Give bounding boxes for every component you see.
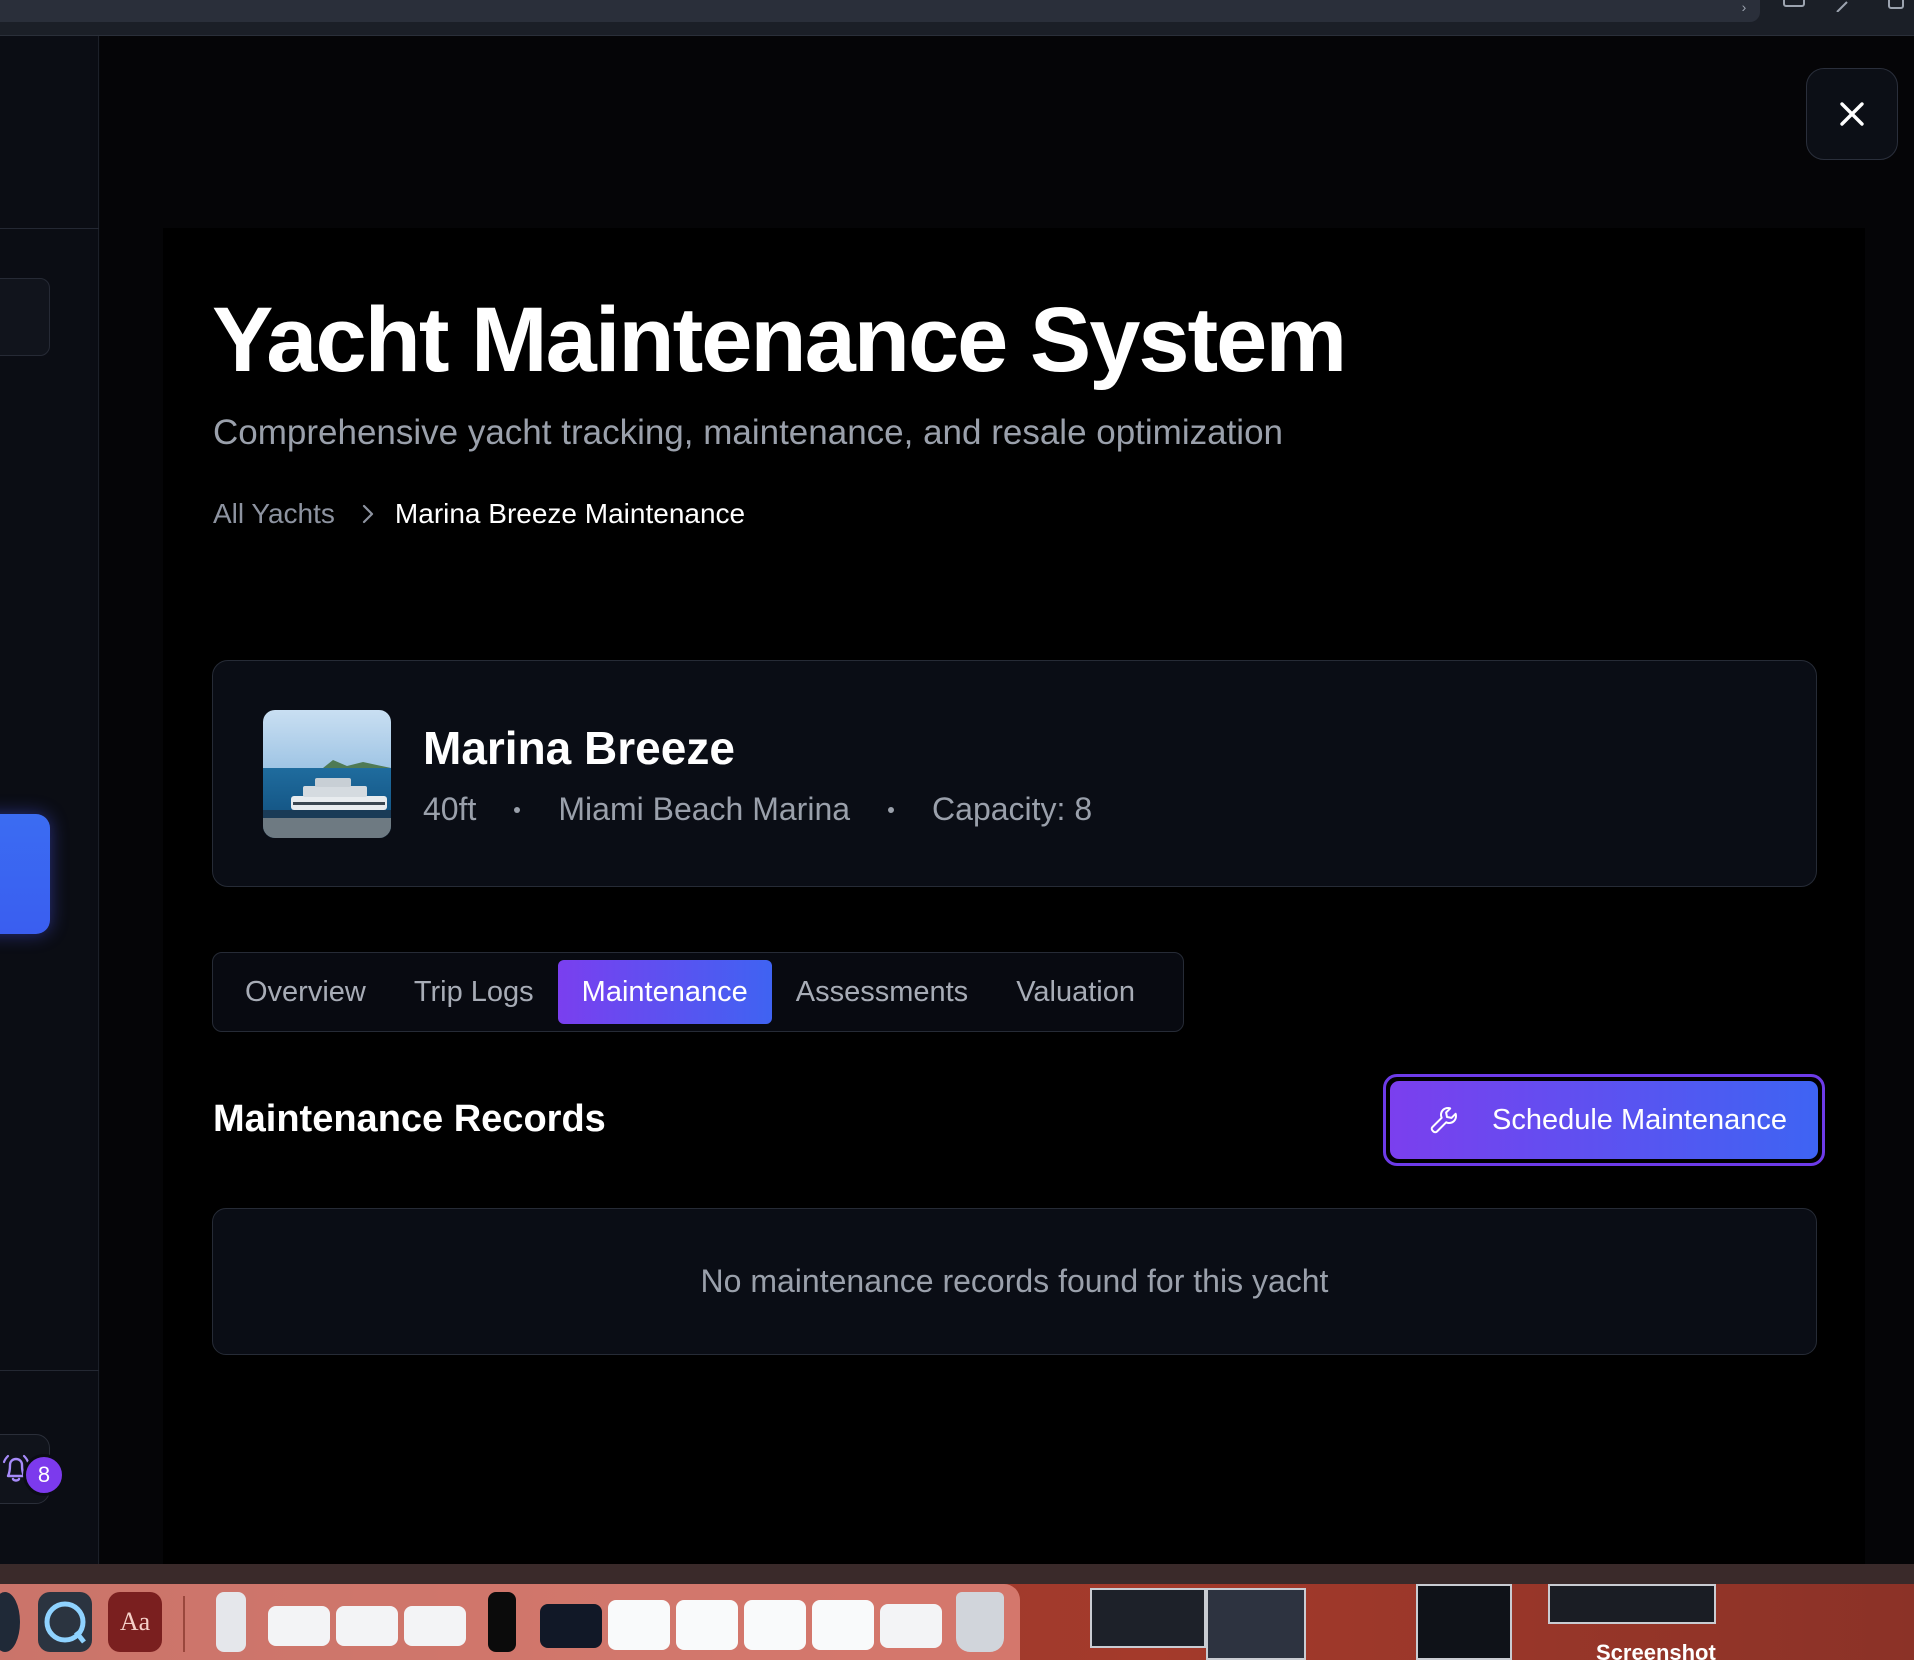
yacht-photo bbox=[263, 710, 391, 838]
dock-separator bbox=[183, 1596, 185, 1652]
document-thumbnail[interactable] bbox=[880, 1604, 942, 1648]
trash-icon[interactable] bbox=[956, 1592, 1004, 1652]
screenshot-label[interactable]: Screenshot bbox=[1596, 1640, 1716, 1660]
document-thumbnail[interactable] bbox=[268, 1606, 330, 1646]
document-thumbnail[interactable] bbox=[744, 1600, 806, 1650]
sidebar bbox=[0, 36, 99, 1564]
document-thumbnail[interactable] bbox=[676, 1600, 738, 1650]
breadcrumb-all-yachts[interactable]: All Yachts bbox=[213, 498, 335, 530]
desktop-window-thumbnail[interactable] bbox=[1090, 1588, 1206, 1648]
page-subtitle: Comprehensive yacht tracking, maintenanc… bbox=[213, 413, 1284, 452]
quicktime-icon[interactable] bbox=[38, 1592, 92, 1652]
tab-valuation[interactable]: Valuation bbox=[992, 960, 1159, 1024]
page-title: Yacht Maintenance System bbox=[212, 289, 1347, 391]
browser-toolbar: › bbox=[0, 0, 1914, 36]
yacht-card: Marina Breeze 40ft Miami Beach Marina Ca… bbox=[212, 660, 1817, 887]
section-title: Maintenance Records bbox=[213, 1098, 606, 1140]
sidebar-divider bbox=[0, 228, 99, 229]
separator-dot bbox=[888, 806, 895, 813]
close-button[interactable] bbox=[1806, 68, 1898, 160]
yacht-location: Miami Beach Marina bbox=[558, 791, 851, 827]
tab-maintenance[interactable]: Maintenance bbox=[557, 960, 772, 1024]
tab-assessments[interactable]: Assessments bbox=[772, 960, 992, 1024]
phone-thumbnail[interactable] bbox=[488, 1592, 516, 1652]
document-thumbnail[interactable] bbox=[216, 1592, 246, 1652]
window-thumbnail[interactable] bbox=[540, 1604, 602, 1648]
yacht-length: 40ft bbox=[423, 791, 477, 827]
share-icon[interactable] bbox=[1882, 0, 1910, 14]
wrench-icon[interactable] bbox=[1832, 0, 1860, 14]
monitor-icon[interactable] bbox=[1780, 0, 1808, 14]
empty-state: No maintenance records found for this ya… bbox=[212, 1208, 1817, 1355]
sidebar-divider bbox=[0, 1370, 99, 1371]
wrench-icon bbox=[1428, 1104, 1460, 1136]
tab-trip-logs[interactable]: Trip Logs bbox=[390, 960, 558, 1024]
tab-overview[interactable]: Overview bbox=[221, 960, 390, 1024]
yacht-name: Marina Breeze bbox=[423, 722, 735, 774]
schedule-maintenance-label: Schedule Maintenance bbox=[1492, 1103, 1788, 1136]
document-thumbnail[interactable] bbox=[336, 1606, 398, 1646]
tab-bar: Overview Trip Logs Maintenance Assessmen… bbox=[212, 952, 1184, 1032]
sidebar-item-active[interactable] bbox=[0, 814, 50, 934]
address-bar[interactable] bbox=[0, 0, 1760, 22]
separator-dot bbox=[514, 806, 521, 813]
yacht-meta: 40ft Miami Beach Marina Capacity: 8 bbox=[423, 791, 1092, 828]
empty-state-message: No maintenance records found for this ya… bbox=[700, 1263, 1329, 1299]
schedule-maintenance-button[interactable]: Schedule Maintenance bbox=[1383, 1074, 1825, 1166]
close-icon bbox=[1840, 102, 1864, 126]
yacht-capacity: Capacity: 8 bbox=[932, 791, 1093, 827]
chevron-right-icon bbox=[361, 503, 375, 525]
document-thumbnail[interactable] bbox=[812, 1600, 874, 1650]
window-bottom-edge bbox=[0, 1564, 1914, 1584]
document-thumbnail[interactable] bbox=[404, 1606, 466, 1646]
dictionary-icon[interactable]: Aa bbox=[108, 1592, 162, 1652]
document-thumbnail[interactable] bbox=[608, 1600, 670, 1650]
breadcrumb-current: Marina Breeze Maintenance bbox=[394, 498, 746, 529]
chevron-right-icon[interactable]: › bbox=[1730, 0, 1758, 14]
sidebar-item[interactable] bbox=[0, 278, 50, 356]
desktop-window-thumbnail[interactable] bbox=[1206, 1588, 1306, 1660]
desktop-window-thumbnail[interactable] bbox=[1416, 1584, 1512, 1660]
desktop-window-thumbnail[interactable] bbox=[1548, 1584, 1716, 1624]
breadcrumb: All Yachts Marina Breeze Maintenance bbox=[213, 496, 745, 532]
